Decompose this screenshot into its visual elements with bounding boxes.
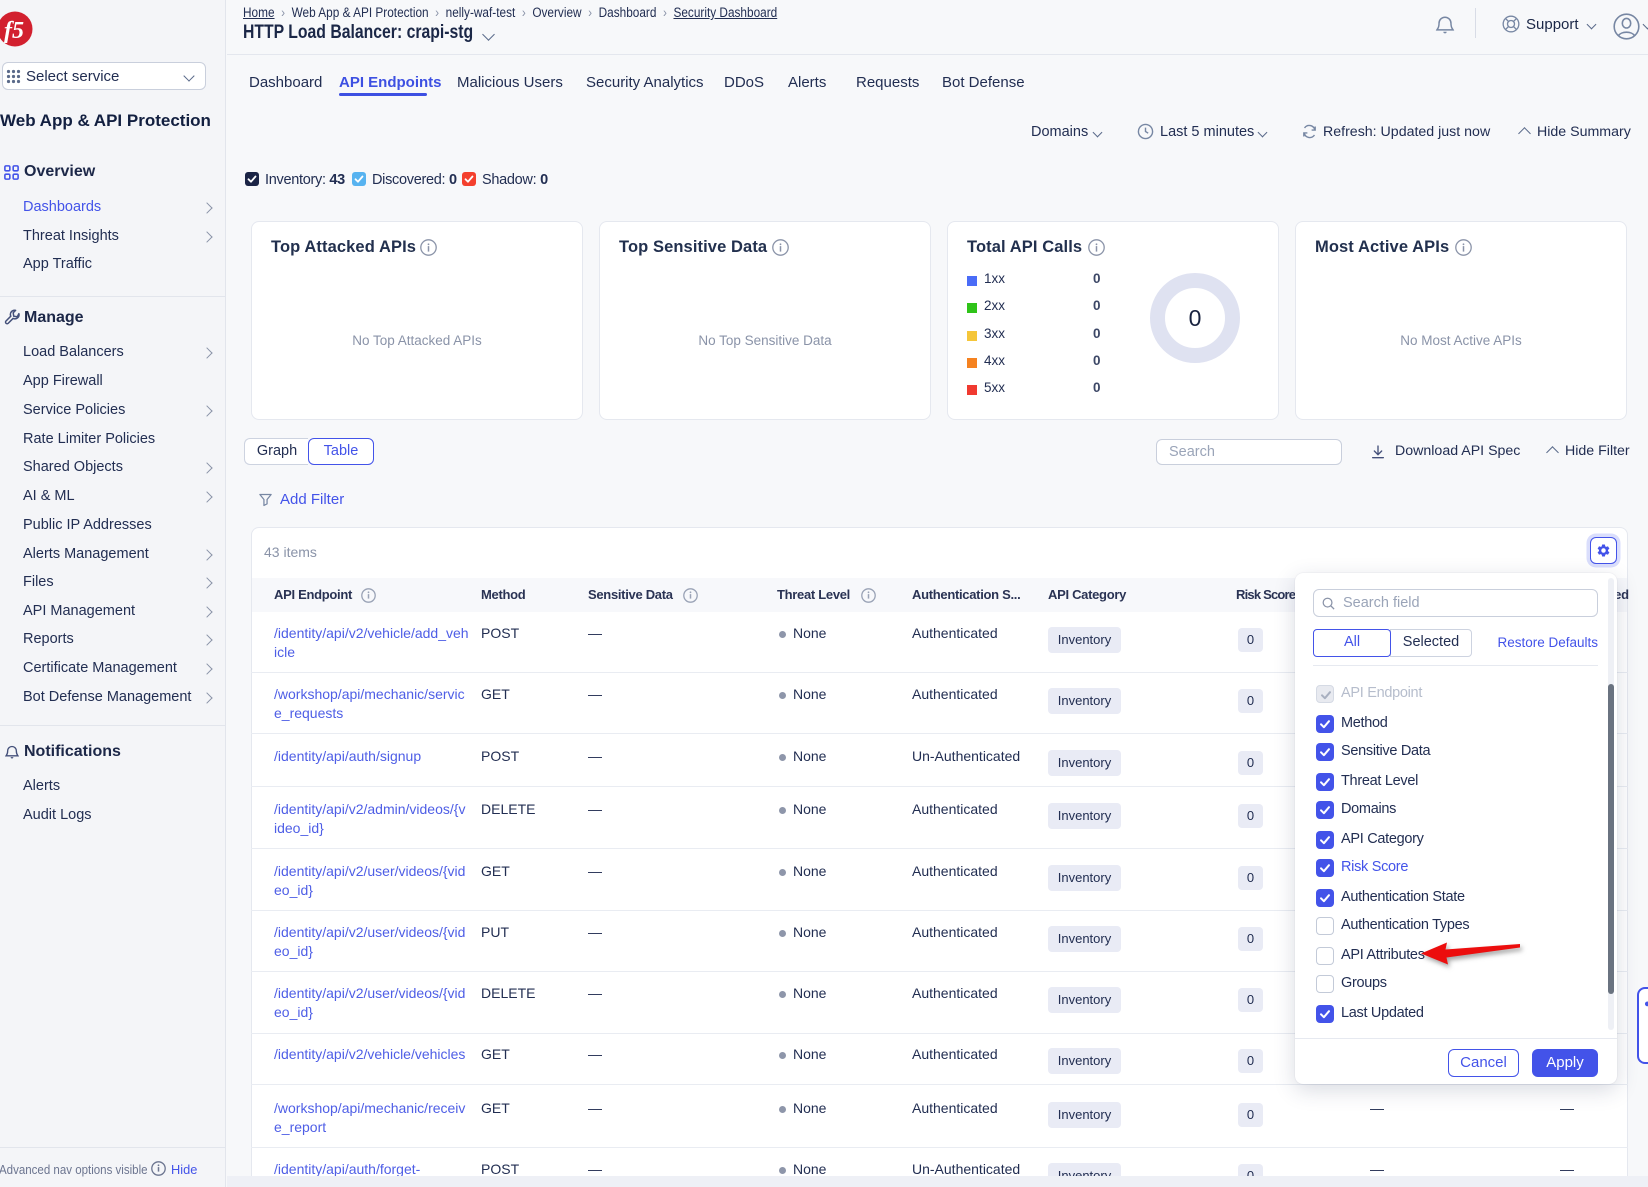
svg-text:f5: f5 <box>4 18 24 44</box>
